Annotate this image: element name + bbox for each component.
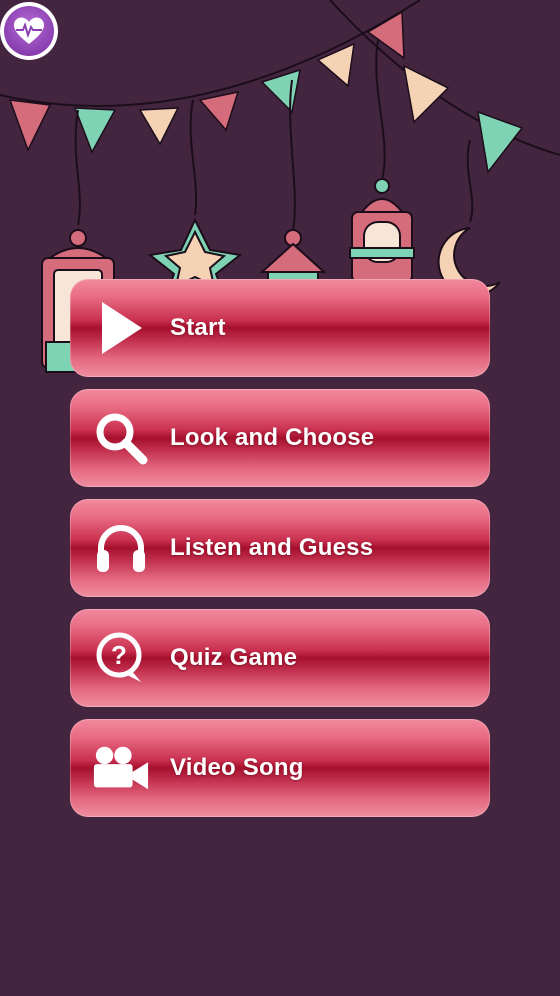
start-button[interactable]: Start <box>70 279 490 377</box>
lantern-right <box>349 178 415 283</box>
bunting-flags <box>8 10 524 174</box>
video-song-label: Video Song <box>170 754 304 781</box>
svg-text:?: ? <box>111 640 127 670</box>
look-and-choose-label: Look and Choose <box>170 424 375 451</box>
search-icon <box>92 409 150 467</box>
health-badge[interactable] <box>0 2 58 60</box>
video-camera-icon <box>92 739 150 797</box>
listen-and-guess-button[interactable]: Listen and Guess <box>70 499 490 597</box>
headphones-icon <box>92 519 150 577</box>
look-and-choose-button[interactable]: Look and Choose <box>70 389 490 487</box>
main-menu: Start Look and Choose Listen and Guess ? <box>70 279 490 829</box>
listen-and-guess-label: Listen and Guess <box>170 534 374 561</box>
quiz-game-button[interactable]: ? Quiz Game <box>70 609 490 707</box>
quiz-game-label: Quiz Game <box>170 644 298 671</box>
start-label: Start <box>170 314 226 341</box>
lantern-center <box>259 229 327 283</box>
heart-pulse-icon <box>4 6 54 56</box>
question-bubble-icon: ? <box>92 629 150 687</box>
video-song-button[interactable]: Video Song <box>70 719 490 817</box>
play-icon <box>92 299 150 357</box>
